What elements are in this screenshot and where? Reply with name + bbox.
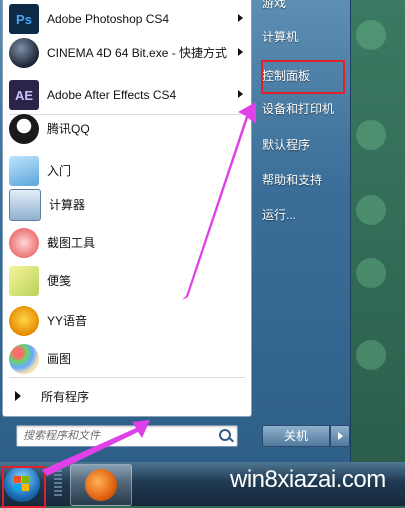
link-default-programs[interactable]: 默认程序 bbox=[262, 136, 310, 153]
shutdown-button[interactable]: 关机 bbox=[262, 425, 330, 447]
aftereffects-icon: AE bbox=[9, 80, 39, 110]
shutdown-options-button[interactable] bbox=[330, 425, 350, 447]
control-panel-highlight bbox=[261, 60, 345, 94]
desktop-background bbox=[350, 0, 405, 466]
link-run[interactable]: 运行... bbox=[262, 206, 296, 223]
search-icon[interactable] bbox=[219, 429, 231, 441]
program-item[interactable]: 腾讯QQ bbox=[3, 112, 251, 146]
program-label: 画图 bbox=[47, 351, 72, 366]
link-games[interactable]: 游戏 bbox=[262, 0, 286, 11]
photoshop-icon: Ps bbox=[9, 4, 39, 34]
search-input[interactable] bbox=[17, 427, 213, 445]
desktop-icon bbox=[356, 20, 386, 50]
divider bbox=[9, 377, 245, 378]
start-button-highlight bbox=[2, 466, 46, 508]
program-label: 便笺 bbox=[47, 273, 72, 288]
link-devices-printers[interactable]: 设备和打印机 bbox=[262, 100, 334, 117]
desktop-icon bbox=[356, 258, 386, 288]
program-label: Adobe Photoshop CS4 bbox=[47, 11, 170, 26]
program-label: 腾讯QQ bbox=[47, 121, 90, 136]
paint-icon bbox=[9, 344, 39, 374]
yy-voice-icon bbox=[9, 306, 39, 336]
program-label: CINEMA 4D 64 Bit.exe - 快捷方式 bbox=[47, 45, 228, 60]
desktop-icon bbox=[356, 340, 386, 370]
watermark: win8xiazai.com bbox=[230, 466, 386, 493]
desktop-icon bbox=[356, 195, 386, 225]
app-icon bbox=[85, 469, 117, 501]
submenu-arrow-icon[interactable] bbox=[238, 48, 243, 56]
calculator-icon bbox=[9, 189, 41, 221]
program-item[interactable]: 计算器 bbox=[3, 188, 251, 222]
search-box[interactable] bbox=[16, 425, 238, 447]
program-item[interactable]: 画图 bbox=[3, 342, 251, 376]
program-item[interactable]: 入门 bbox=[3, 154, 251, 188]
all-programs-label: 所有程序 bbox=[41, 389, 90, 404]
taskbar-grip bbox=[54, 470, 62, 498]
program-item[interactable]: 便笺 bbox=[3, 264, 251, 298]
program-item[interactable]: 截图工具 bbox=[3, 226, 251, 260]
cinema4d-icon bbox=[9, 38, 39, 68]
submenu-arrow-icon[interactable] bbox=[238, 90, 243, 98]
submenu-arrow-icon[interactable] bbox=[238, 14, 243, 22]
program-label: Adobe After Effects CS4 bbox=[47, 87, 177, 102]
program-label: YY语音 bbox=[47, 313, 88, 328]
all-programs-item[interactable]: 所有程序 bbox=[3, 384, 251, 408]
program-list-panel: Ps Adobe Photoshop CS4 CINEMA 4D 64 Bit.ex… bbox=[2, 0, 252, 417]
program-label: 入门 bbox=[47, 163, 72, 178]
program-item[interactable]: YY语音 bbox=[3, 304, 251, 338]
getting-started-icon bbox=[9, 156, 39, 186]
triangle-right-icon bbox=[15, 391, 21, 401]
link-help-support[interactable]: 帮助和支持 bbox=[262, 171, 322, 188]
snipping-tool-icon bbox=[9, 228, 39, 258]
qq-penguin-icon bbox=[9, 114, 39, 144]
link-computer[interactable]: 计算机 bbox=[262, 28, 298, 45]
taskbar-app-button[interactable] bbox=[70, 464, 132, 506]
program-item[interactable]: CINEMA 4D 64 Bit.exe - 快捷方式 bbox=[3, 36, 251, 70]
program-item[interactable]: Ps Adobe Photoshop CS4 bbox=[3, 2, 251, 36]
program-item[interactable]: AE Adobe After Effects CS4 bbox=[3, 78, 251, 112]
sticky-notes-icon bbox=[9, 266, 39, 296]
program-label: 截图工具 bbox=[47, 235, 96, 250]
program-label: 计算器 bbox=[49, 197, 86, 212]
taskbar: win8xiazai.com bbox=[0, 462, 405, 506]
desktop-icon bbox=[356, 120, 386, 150]
